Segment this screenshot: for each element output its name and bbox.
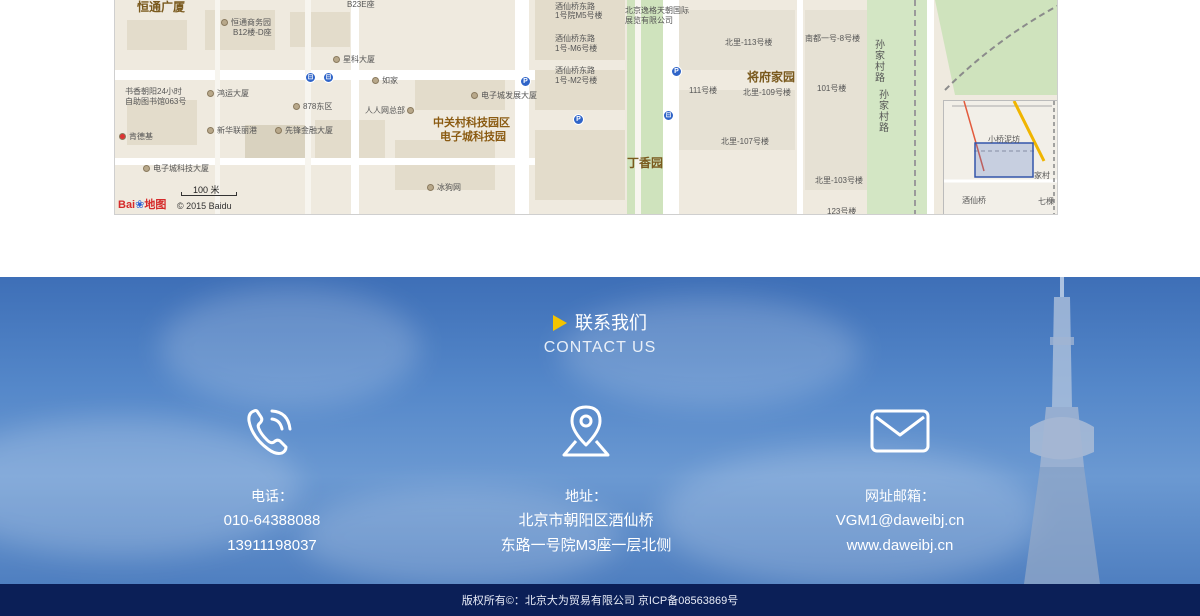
map-label: 1号-M2号楼 [555, 76, 598, 85]
map-label: 鸿运大厦 [207, 89, 249, 99]
footer-copyright: 版权所有©：北京大为贸易有限公司 京ICP备08563869号 [461, 595, 739, 607]
mail-icon [870, 409, 930, 453]
map-label: 冰狗网 [427, 183, 461, 193]
phone-icon [247, 409, 292, 455]
baidu-logo[interactable]: Bai❀地图 [118, 196, 166, 212]
map-label: B23E座 [347, 0, 375, 9]
map-copyright: © 2015 Baidu [177, 201, 232, 211]
map-area-label: 将府家园 [747, 70, 796, 84]
contact-web: 网址邮箱： VGM1@daweibj.cn www.daweibj.cn [770, 403, 1030, 558]
contact-phone: 电话： 010-64388088 13911198037 [142, 403, 402, 558]
map-label: 北里-113号楼 [725, 38, 773, 47]
map-label: 878东区 [293, 102, 332, 112]
map-label: 如家 [372, 76, 398, 86]
map-overview[interactable]: 小桥泥坊 家村 酒仙桥 七棵 [943, 100, 1057, 214]
overview-label: 酒仙桥 [962, 196, 986, 205]
map-label: 电子城发展大厦 [471, 91, 537, 101]
map-label: B12楼-D座 [233, 28, 272, 37]
email-link[interactable]: VGM1@daweibj.cn [770, 508, 1030, 533]
bus-stop-icon[interactable]: ⊟ [323, 72, 334, 83]
map-label: 展览有限公司 [625, 16, 673, 25]
address-line-2: 东路一号院M3座一层北侧 [500, 537, 672, 554]
map-scale: 100 米 [181, 185, 237, 196]
map-label: 书香朝阳24小时 [125, 87, 182, 96]
contact-section: 联系我们 CONTACT US 电话： 010-64388088 1391119… [0, 277, 1200, 584]
overview-label: 七棵 [1038, 197, 1054, 206]
map-label: 酒仙桥东路 [555, 66, 595, 75]
map-label: 新华联丽港 [207, 126, 257, 136]
map-area-label: 中关村科技园区 [433, 117, 510, 129]
bus-stop-icon[interactable]: ⊟ [663, 110, 674, 121]
phone-number[interactable]: 010-64388088 [142, 508, 402, 533]
map-label: 北里-107号楼 [721, 137, 770, 146]
map-label: 123号楼 [827, 207, 857, 215]
contact-address: 地址： 北京市朝阳区酒仙桥 东路一号院M3座一层北侧 [456, 403, 716, 558]
web-label: 网址邮箱： [865, 488, 935, 504]
scale-bar [181, 192, 237, 196]
contact-title-en: CONTACT US [543, 339, 657, 356]
phone-label: 电话： [251, 488, 293, 504]
map-label: 自助图书馆063号 [125, 97, 187, 106]
baidu-map[interactable]: 恒通广厦 恒通商务园 B12楼-D座 B23E座 星科大厦 如家 书香朝阳24小… [114, 0, 1058, 215]
map-area-label: 电子城科技园 [440, 131, 506, 143]
location-pin-icon [562, 405, 610, 457]
map-label: 先锋金融大厦 [275, 126, 333, 136]
contact-title-cn: 联系我们 [575, 313, 647, 333]
paw-icon: ❀ [135, 199, 145, 211]
contact-title: 联系我们 [0, 311, 1200, 336]
address-label: 地址： [565, 488, 607, 504]
map-label: 肯德基 [119, 132, 153, 142]
map-label: 1号院M5号楼 [555, 11, 603, 20]
overview-label: 小桥泥坊 [988, 135, 1020, 144]
map-label: 恒通广厦 [137, 0, 186, 14]
map-label: 1号-M6号楼 [555, 44, 598, 53]
map-label: 人人网总部 [365, 106, 417, 116]
parking-icon[interactable]: P [520, 76, 531, 87]
map-label: 酒仙桥东路 [555, 34, 595, 43]
parking-icon[interactable]: P [573, 114, 584, 125]
map-label: 111号楼 [689, 86, 718, 95]
mobile-number[interactable]: 13911198037 [142, 533, 402, 558]
map-label: 南都一号-8号楼 [805, 34, 861, 43]
map-label: 北里-103号楼 [815, 176, 864, 185]
map-label: 星科大厦 [333, 55, 375, 65]
map-road-label: 孙家村路 [879, 90, 889, 134]
map-label: 电子城科技大厦 [143, 164, 209, 174]
map-road-label: 孙家村路 [875, 40, 885, 84]
map-label: 北里-109号楼 [743, 88, 792, 97]
bus-stop-icon[interactable]: ⊟ [305, 72, 316, 83]
overview-label: 家村 [1034, 171, 1050, 180]
map-label: 101号楼 [817, 84, 847, 93]
map-area-label: 丁香园 [627, 156, 664, 170]
footer: 版权所有©：北京大为贸易有限公司 京ICP备08563869号 [0, 584, 1200, 616]
map-label: 北京逸格天朝国际 [625, 6, 689, 15]
parking-icon[interactable]: P [671, 66, 682, 77]
address-line-1: 北京市朝阳区酒仙桥 [518, 512, 654, 529]
website-link[interactable]: www.daweibj.cn [770, 533, 1030, 558]
map-label: 恒通商务园 [221, 18, 271, 28]
triangle-icon [553, 315, 567, 331]
